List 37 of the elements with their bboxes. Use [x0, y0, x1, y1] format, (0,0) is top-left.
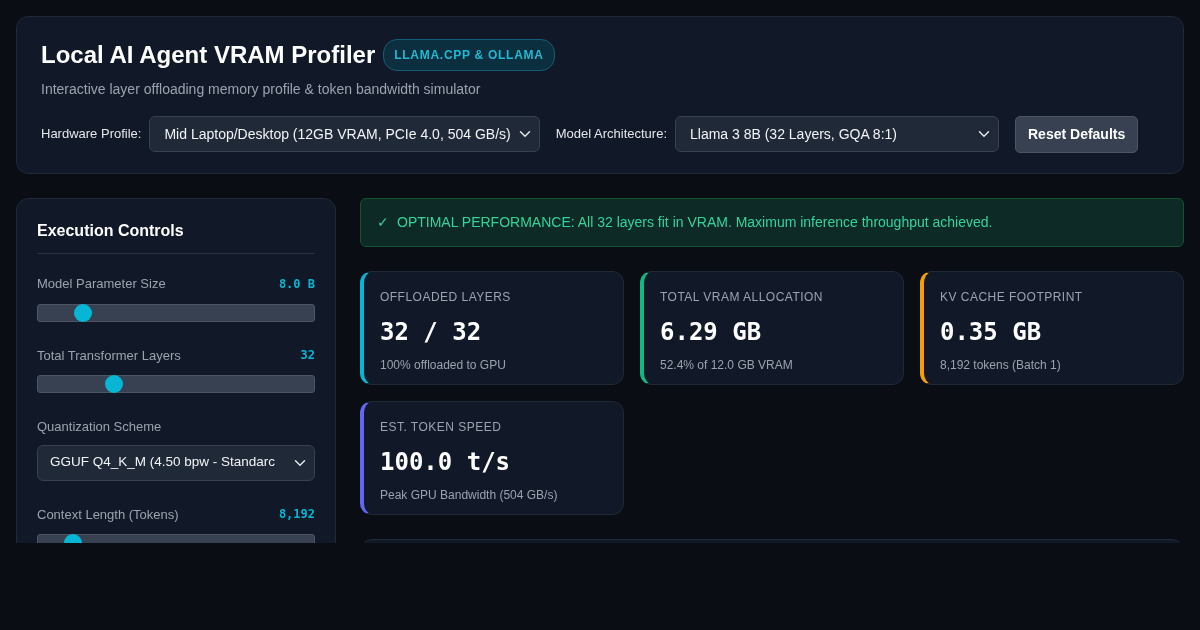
field-label: Quantization Scheme	[37, 418, 162, 436]
slider-track[interactable]	[37, 303, 315, 322]
subtitle: Interactive layer offloading memory profile & token bandwidth simulator	[41, 80, 482, 99]
slider-thumb[interactable]	[105, 375, 124, 393]
slider-thumb[interactable]	[74, 303, 93, 322]
stat-value: 100.0 t/s	[380, 447, 512, 478]
check-icon: ✓	[377, 212, 389, 233]
stat-value: 0.35 GB	[939, 317, 1043, 348]
chevron-down-icon	[978, 128, 990, 140]
stat-label: OFFLOADED LAYERS	[380, 289, 512, 306]
page-title: Local AI Agent VRAM Profiler	[41, 40, 376, 70]
panel-title: Execution Controls	[37, 219, 315, 254]
reset-button[interactable]: Reset Defaults	[1015, 116, 1139, 153]
stat-label: KV CACHE FOOTPRINT	[939, 289, 1084, 306]
slider-track[interactable]	[37, 375, 315, 393]
dropdown-field[interactable]: GGUF Q4_K_M (4.50 bpw - Standarc	[37, 444, 315, 481]
field-label: Model Architecture:	[555, 125, 667, 143]
stat-note: 8,192 tokens (Batch 1)	[939, 357, 1062, 374]
field-label: Context Length (Tokens)	[37, 505, 179, 524]
chevron-down-icon	[518, 128, 531, 140]
alert-message: OPTIMAL PERFORMANCE: All 32 layers fit in VRAM. Maximum inference throughput achieved.	[397, 213, 993, 232]
stat-value: 32 / 32	[380, 317, 483, 348]
field-label: Model Parameter Size	[37, 275, 166, 293]
stat-note: 52.4% of 12.0 GB VRAM	[660, 357, 794, 374]
dropdown-field[interactable]: Mid Laptop/Desktop (12GB VRAM, PCIe 4.0, 504 GB/s)	[149, 116, 540, 152]
stat-label: TOTAL VRAM ALLOCATION	[660, 289, 824, 306]
dropdown-field[interactable]: Llama 3 8B (32 Layers, GQA 8:1)	[675, 116, 999, 152]
stat-label: EST. TOKEN SPEED	[380, 419, 503, 436]
value-readout: 8,192	[278, 506, 315, 524]
value-readout: 32	[300, 347, 315, 365]
stat-note: 100% offloaded to GPU	[380, 357, 507, 374]
field-label: Hardware Profile:	[41, 125, 142, 143]
field-label: Total Transformer Layers	[37, 346, 181, 365]
stat-value: 6.29 GB	[660, 317, 763, 348]
stat-note: Peak GPU Bandwidth (504 GB/s)	[380, 487, 559, 504]
value-readout: 8.0 B	[278, 275, 315, 293]
tag-label: LLAMA.CPP & OLLAMA	[383, 39, 555, 71]
